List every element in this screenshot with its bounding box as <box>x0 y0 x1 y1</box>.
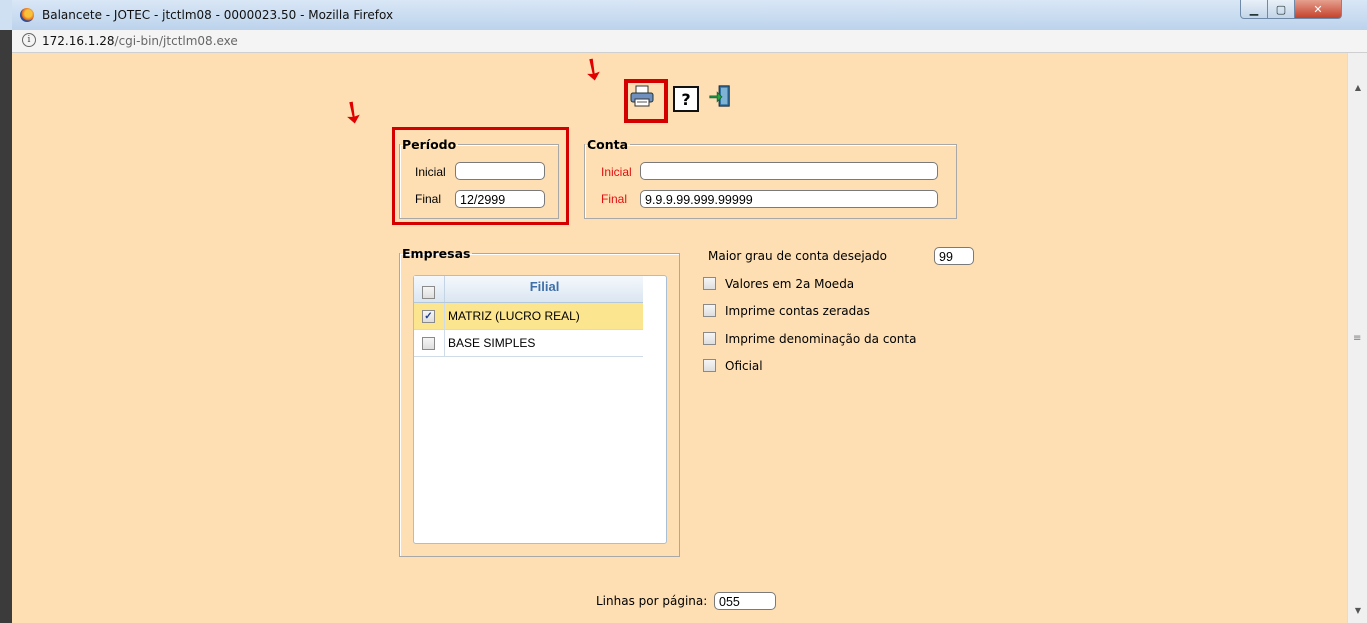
scroll-thumb-grip-icon[interactable]: ≡ <box>1353 333 1361 344</box>
linhas-label: Linhas por página: <box>596 594 708 608</box>
row-checkbox[interactable] <box>422 337 435 350</box>
help-glyph: ? <box>681 89 691 109</box>
exit-icon[interactable] <box>708 83 732 109</box>
printer-icon[interactable] <box>630 83 654 109</box>
row-filial-name: MATRIZ (LUCRO REAL) <box>448 309 580 323</box>
info-icon[interactable]: i <box>22 33 36 47</box>
table-row[interactable]: ✓ MATRIZ (LUCRO REAL) <box>414 303 643 330</box>
firefox-logo-icon <box>20 8 34 22</box>
row-checkbox-cell: ✓ <box>414 303 445 329</box>
periodo-inicial-input[interactable] <box>455 162 545 180</box>
window-frame-left <box>0 30 12 623</box>
title-bar: Balancete - JOTEC - jtctlm08 - 0000023.5… <box>12 0 1367 30</box>
help-icon[interactable]: ? <box>673 86 699 112</box>
row-checkbox-cell <box>414 330 445 356</box>
periodo-inicial-label: Inicial <box>415 165 446 179</box>
table-row[interactable]: BASE SIMPLES <box>414 330 643 357</box>
grid-header: Filial <box>414 276 643 303</box>
minimize-button[interactable]: ▁ <box>1240 0 1268 19</box>
conta-final-input[interactable]: 9.9.9.99.999.99999 <box>640 190 938 208</box>
conta-inicial-label: Inicial <box>601 165 632 179</box>
periodo-legend: Período <box>402 137 457 152</box>
denominacao-checkbox[interactable] <box>703 332 716 345</box>
denominacao-label: Imprime denominação da conta <box>725 332 917 346</box>
scroll-down-arrow-icon[interactable]: ▼ <box>1348 603 1367 619</box>
valores-2a-moeda-label: Valores em 2a Moeda <box>725 277 855 291</box>
filial-column-header[interactable]: Filial <box>444 276 644 302</box>
contas-zeradas-checkbox[interactable] <box>703 304 716 317</box>
conta-legend: Conta <box>587 137 629 152</box>
grau-label: Maior grau de conta desejado <box>708 249 887 263</box>
oficial-checkbox[interactable] <box>703 359 716 372</box>
close-button[interactable]: ✕ <box>1294 0 1342 19</box>
row-checkbox-checked[interactable]: ✓ <box>422 310 435 323</box>
url-text: 172.16.1.28/cgi-bin/jtctlm08.exe <box>42 34 238 48</box>
url-bar[interactable]: i 172.16.1.28/cgi-bin/jtctlm08.exe <box>12 30 1367 53</box>
contas-zeradas-label: Imprime contas zeradas <box>725 304 870 318</box>
conta-final-label: Final <box>601 192 628 206</box>
scroll-up-arrow-icon[interactable]: ▲ <box>1348 80 1367 96</box>
window-title: Balancete - JOTEC - jtctlm08 - 0000023.5… <box>42 8 394 22</box>
row-filial-name: BASE SIMPLES <box>448 336 536 350</box>
grau-input[interactable]: 99 <box>934 247 974 265</box>
select-all-checkbox[interactable] <box>422 286 435 299</box>
valores-2a-moeda-checkbox[interactable] <box>703 277 716 290</box>
filial-grid: Filial ✓ MATRIZ (LUCRO REAL) BASE SIMPLE… <box>413 275 667 544</box>
conta-inicial-input[interactable] <box>640 162 938 180</box>
printer-svg <box>630 85 654 107</box>
periodo-final-input[interactable]: 12/2999 <box>455 190 545 208</box>
vertical-scrollbar[interactable]: ▲ ≡ ▼ <box>1347 53 1367 623</box>
periodo-final-label: Final <box>415 192 442 206</box>
oficial-label: Oficial <box>725 359 763 373</box>
exit-svg <box>709 85 730 107</box>
empresas-legend: Empresas <box>402 246 471 261</box>
maximize-button[interactable]: ▢ <box>1267 0 1295 19</box>
linhas-input[interactable]: 055 <box>714 592 776 610</box>
